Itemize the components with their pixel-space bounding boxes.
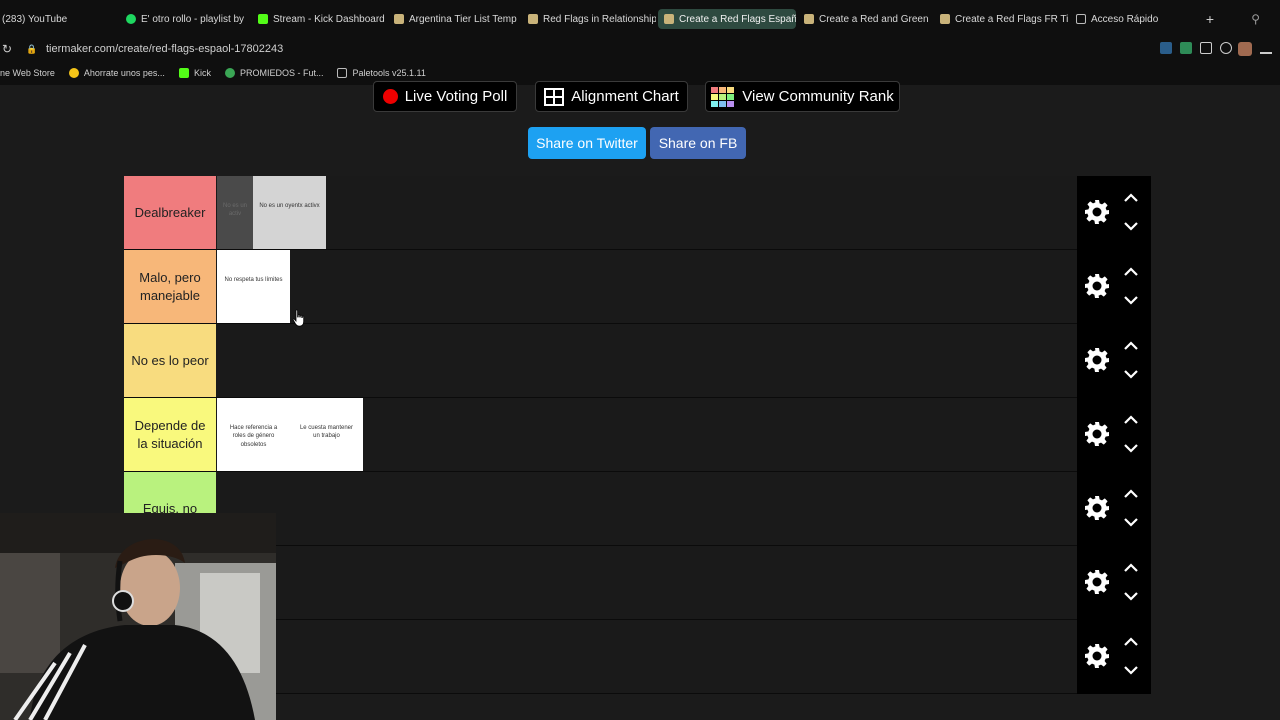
webcam-overlay xyxy=(0,513,276,720)
new-tab-button[interactable]: + xyxy=(1202,11,1218,27)
kick-icon xyxy=(258,14,268,24)
webcam-person-image xyxy=(0,513,276,720)
tier-controls xyxy=(1077,620,1151,694)
grid-icon xyxy=(1076,14,1086,24)
move-down-chevron-icon[interactable] xyxy=(1123,443,1139,453)
profile-avatar[interactable] xyxy=(1238,42,1252,56)
move-down-chevron-icon[interactable] xyxy=(1123,295,1139,305)
tier-controls xyxy=(1077,398,1151,472)
extension-icon[interactable] xyxy=(1160,42,1172,54)
move-up-chevron-icon[interactable] xyxy=(1123,563,1139,573)
hand-pointer-cursor-icon xyxy=(292,309,305,327)
extension-icon[interactable] xyxy=(1200,42,1212,54)
move-down-chevron-icon[interactable] xyxy=(1123,221,1139,231)
tab-kick-dashboard[interactable]: Stream - Kick Dashboard xyxy=(252,9,386,29)
move-down-chevron-icon[interactable] xyxy=(1123,591,1139,601)
move-down-chevron-icon[interactable] xyxy=(1123,517,1139,527)
tier-item-card[interactable]: No es un oyentx activx xyxy=(253,176,326,249)
settings-gear-icon[interactable] xyxy=(1084,495,1110,521)
address-bar: ↻ 🔒 tiermaker.com/create/red-flags-espao… xyxy=(0,38,1280,60)
tiermaker-icon xyxy=(664,14,674,24)
url-field[interactable]: tiermaker.com/create/red-flags-espaol-17… xyxy=(46,43,283,55)
settings-gear-icon[interactable] xyxy=(1084,199,1110,225)
tier-controls xyxy=(1077,250,1151,324)
tab-red-flags-relationship[interactable]: Red Flags in Relationship xyxy=(522,9,656,29)
record-dot-icon xyxy=(382,89,398,104)
spotify-icon xyxy=(126,14,136,24)
move-up-chevron-icon[interactable] xyxy=(1123,415,1139,425)
tier-item-card[interactable]: No respeta tus límites xyxy=(217,250,290,323)
kick-icon xyxy=(178,67,189,78)
reload-icon[interactable]: ↻ xyxy=(2,42,16,56)
ranking-grid-icon xyxy=(711,86,735,107)
bookmark-promiedos[interactable]: PROMIEDOS - Fut... xyxy=(224,67,323,78)
tier-controls xyxy=(1077,472,1151,546)
move-up-chevron-icon[interactable] xyxy=(1123,489,1139,499)
tier-item-card[interactable]: Le cuesta mantener un trabajo xyxy=(290,398,363,471)
extensions-puzzle-icon[interactable] xyxy=(1220,42,1232,54)
document-icon xyxy=(337,67,348,78)
tier-items: Hace referencia a roles de género obsole… xyxy=(217,398,363,471)
tiermaker-icon xyxy=(940,14,950,24)
settings-gear-icon[interactable] xyxy=(1084,421,1110,447)
tiermaker-icon xyxy=(394,14,404,24)
tier-label[interactable]: Depende de la situación xyxy=(124,398,216,471)
settings-gear-icon[interactable] xyxy=(1084,273,1110,299)
tiermaker-icon xyxy=(804,14,814,24)
tab-spotify-playlist[interactable]: E' otro rollo - playlist by xyxy=(120,9,250,29)
tier-row: Equis, no xyxy=(124,472,1151,546)
move-up-chevron-icon[interactable] xyxy=(1123,193,1139,203)
share-facebook-button[interactable]: Share on FB xyxy=(650,127,746,159)
coin-icon xyxy=(68,67,79,78)
browser-tab-bar: (283) YouTube E' otro rollo - playlist b… xyxy=(0,0,1280,38)
move-down-chevron-icon[interactable] xyxy=(1123,665,1139,675)
tier-list: Dealbreaker No es un activ No es un oyen… xyxy=(124,176,1151,694)
bookmark-kick[interactable]: Kick xyxy=(178,67,211,78)
tier-label[interactable]: No es lo peor xyxy=(124,324,216,397)
tier-label[interactable]: Dealbreaker xyxy=(124,176,216,249)
settings-gear-icon[interactable] xyxy=(1084,569,1110,595)
move-up-chevron-icon[interactable] xyxy=(1123,637,1139,647)
view-community-rank-button[interactable]: View Community Rank xyxy=(705,81,900,112)
search-tabs-icon[interactable]: ⚲ xyxy=(1251,12,1260,26)
bookmark-paletools[interactable]: Paletools v25.1.11 xyxy=(337,67,426,78)
tier-row xyxy=(124,546,1151,620)
live-voting-poll-button[interactable]: Live Voting Poll xyxy=(373,81,517,112)
tier-items: No respeta tus límites xyxy=(217,250,290,323)
tier-items: No es un activ No es un oyentx activx xyxy=(217,176,326,249)
grid-icon xyxy=(544,87,565,106)
tab-red-flags-fr[interactable]: Create a Red Flags FR Ti xyxy=(934,9,1068,29)
tiermaker-icon xyxy=(528,14,538,24)
tier-row: Dealbreaker No es un activ No es un oyen… xyxy=(124,176,1151,250)
tier-label[interactable]: Malo, pero manejable xyxy=(124,250,216,323)
tier-controls xyxy=(1077,176,1151,250)
tier-item-placeholder: No es un activ xyxy=(217,176,253,249)
extension-icon[interactable] xyxy=(1180,42,1192,54)
lock-icon[interactable]: 🔒 xyxy=(26,44,37,55)
tier-row: No es lo peor xyxy=(124,324,1151,398)
tier-item-card[interactable]: Hace referencia a roles de género obsole… xyxy=(217,398,290,471)
tier-row: Depende de la situación Hace referencia … xyxy=(124,398,1151,472)
tier-row: Malo, pero manejable No respeta tus lími… xyxy=(124,250,1151,324)
move-down-chevron-icon[interactable] xyxy=(1123,369,1139,379)
football-icon xyxy=(224,67,235,78)
tier-controls xyxy=(1077,324,1151,398)
tier-row xyxy=(124,620,1151,694)
tab-argentina-tier-list[interactable]: Argentina Tier List Temp xyxy=(388,9,520,29)
tier-controls xyxy=(1077,546,1151,620)
download-icon[interactable] xyxy=(1260,42,1272,54)
tab-acceso-rapido[interactable]: Acceso Rápido xyxy=(1070,9,1190,29)
settings-gear-icon[interactable] xyxy=(1084,643,1110,669)
tab-red-flags-espanol[interactable]: Create a Red Flags Españ xyxy=(658,9,796,29)
tab-youtube[interactable]: (283) YouTube xyxy=(0,9,118,29)
move-up-chevron-icon[interactable] xyxy=(1123,267,1139,277)
settings-gear-icon[interactable] xyxy=(1084,347,1110,373)
tab-red-and-green[interactable]: Create a Red and Green xyxy=(798,9,932,29)
share-twitter-button[interactable]: Share on Twitter xyxy=(528,127,646,159)
bookmark-ahorrate[interactable]: Ahorrate unos pes... xyxy=(68,67,165,78)
alignment-chart-button[interactable]: Alignment Chart xyxy=(535,81,688,112)
move-up-chevron-icon[interactable] xyxy=(1123,341,1139,351)
bookmark-web-store[interactable]: ne Web Store xyxy=(0,68,55,78)
